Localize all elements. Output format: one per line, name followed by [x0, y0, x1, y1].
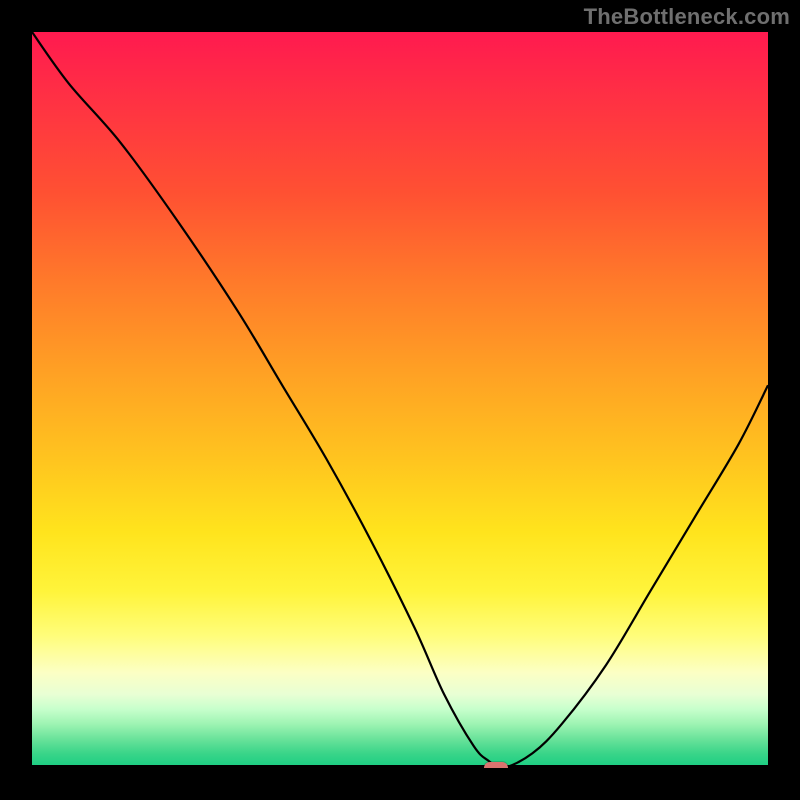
bottleneck-marker — [484, 762, 508, 768]
plot-area — [32, 32, 768, 768]
x-axis — [32, 765, 768, 768]
bottleneck-curve — [32, 32, 768, 768]
watermark-label: TheBottleneck.com — [584, 4, 790, 30]
curve-layer — [32, 32, 768, 768]
chart-frame: TheBottleneck.com — [0, 0, 800, 800]
